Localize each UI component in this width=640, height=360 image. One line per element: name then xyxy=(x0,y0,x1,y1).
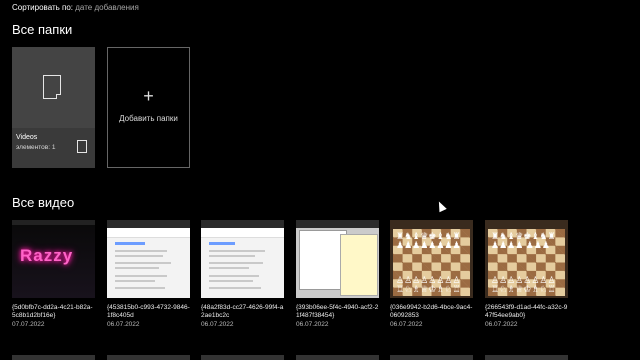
video-date: 06.07.2022 xyxy=(296,321,329,328)
document-icon xyxy=(77,140,87,153)
video-thumbnail-partial[interactable] xyxy=(485,355,568,360)
add-folders-label: Добавить папки xyxy=(119,114,178,123)
add-folders-button[interactable]: + Добавить папки xyxy=(107,47,190,168)
sort-control[interactable]: Сортировать по: дате добавления xyxy=(12,3,139,12)
video-date: 06.07.2022 xyxy=(107,321,140,328)
sort-value[interactable]: дате добавления xyxy=(75,3,139,12)
video-item[interactable]: {453815b0-c993-4732-9846-1f8c405d 06.07.… xyxy=(107,220,190,328)
sort-label: Сортировать по: xyxy=(12,3,74,12)
folder-tile-videos[interactable]: Videos элементов: 1 xyxy=(12,47,95,168)
all-videos-heading: Все видео xyxy=(12,195,75,210)
video-thumbnail[interactable]: ♜♞♝♛♚♝♞♜ ♟♟♟♟ ♟♟♟ ♙♙♙♙♙♙♙♙ ♖♘♗♕♔♗♘♖ xyxy=(485,220,568,298)
folder-count: элементов: 1 xyxy=(16,144,56,151)
video-item[interactable]: {393b06ee-5f4c-4940-acf2-21f487f38454} 0… xyxy=(296,220,379,328)
video-item[interactable]: ♜♞♝♛♚♝♞♜ ♟♟♟♟♟♟♟♟ ♙♙♙♙♙♙♙♙ ♖♘♗♕♔♗♘♖ {036… xyxy=(390,220,473,328)
mouse-pointer-icon xyxy=(435,199,447,213)
folder-document-icon xyxy=(43,75,61,99)
video-date: 06.07.2022 xyxy=(201,321,234,328)
video-name: {266543f9-d1ad-44fc-a32c-947f54ee9ab0} xyxy=(485,304,568,319)
video-thumbnail[interactable] xyxy=(201,220,284,298)
video-date: 06.07.2022 xyxy=(485,321,518,328)
video-date: 06.07.2022 xyxy=(390,321,423,328)
video-thumbnail-partial[interactable] xyxy=(201,355,284,360)
video-item[interactable]: ♜♞♝♛♚♝♞♜ ♟♟♟♟ ♟♟♟ ♙♙♙♙♙♙♙♙ ♖♘♗♕♔♗♘♖ {266… xyxy=(485,220,568,328)
video-item[interactable]: Razzy {5d0bfb7c-dd2a-4c21-b82a-5c8b1d2bf… xyxy=(12,220,95,328)
folder-info: Videos элементов: 1 xyxy=(12,128,95,168)
video-thumbnail[interactable]: Razzy xyxy=(12,220,95,298)
video-thumbnail-partial[interactable] xyxy=(12,355,95,360)
video-thumbnail-partial[interactable] xyxy=(296,355,379,360)
video-thumbnail[interactable] xyxy=(107,220,190,298)
video-name: {036e9942-b2d6-4bce-9ac4-06092853 xyxy=(390,304,473,319)
video-name: {48a2f83d-cc27-4626-99f4-a2ae1bc2c xyxy=(201,304,284,319)
video-thumbnail[interactable] xyxy=(296,220,379,298)
video-thumbnail[interactable]: ♜♞♝♛♚♝♞♜ ♟♟♟♟♟♟♟♟ ♙♙♙♙♙♙♙♙ ♖♘♗♕♔♗♘♖ xyxy=(390,220,473,298)
video-name: {393b06ee-5f4c-4940-acf2-21f487f38454} xyxy=(296,304,379,319)
video-thumbnail-partial[interactable] xyxy=(107,355,190,360)
folder-name: Videos xyxy=(16,134,38,141)
video-name: {453815b0-c993-4732-9846-1f8c405d xyxy=(107,304,190,319)
video-date: 07.07.2022 xyxy=(12,321,45,328)
video-name: {5d0bfb7c-dd2a-4c21-b82a-5c8b1d2bf16e} xyxy=(12,304,93,319)
video-thumbnail-partial[interactable] xyxy=(390,355,473,360)
all-folders-heading: Все папки xyxy=(12,22,73,37)
plus-icon: + xyxy=(143,86,154,106)
video-item[interactable]: {48a2f83d-cc27-4626-99f4-a2ae1bc2c 06.07… xyxy=(201,220,284,328)
